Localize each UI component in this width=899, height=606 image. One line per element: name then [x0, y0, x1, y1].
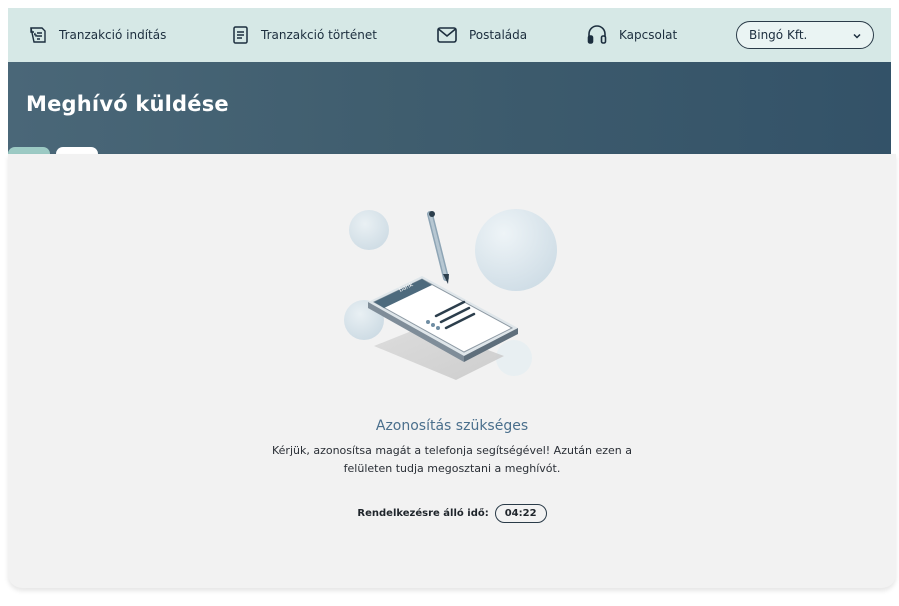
- timer-row: Rendelkezésre álló idő: 04:22: [8, 504, 896, 523]
- document-icon: [232, 25, 250, 45]
- verification-description: Kérjük, azonosítsa magát a telefonja seg…: [271, 444, 632, 475]
- chevron-down-icon: [853, 28, 861, 42]
- page-title: Meghívó küldése: [26, 92, 229, 116]
- top-navigation: Tranzakció indítás Tranzakció történet P…: [8, 8, 891, 62]
- verification-title: Azonosítás szükséges: [375, 418, 529, 434]
- nav-item-tranzakcio-inditas[interactable]: Tranzakció indítás: [28, 8, 166, 62]
- company-select-value: Bingó Kft.: [749, 28, 808, 42]
- timer-badge: 04:22: [494, 504, 547, 523]
- company-select[interactable]: Bingó Kft.: [736, 21, 874, 49]
- headset-icon: [586, 24, 608, 46]
- nav-label: Kapcsolat: [619, 28, 678, 42]
- nav-label: Postaláda: [469, 28, 528, 42]
- receipt-icon: [28, 25, 48, 45]
- nav-label: Tranzakció történet: [261, 28, 377, 42]
- timer-label: Rendelkezésre álló idő:: [357, 508, 489, 519]
- nav-item-tranzakcio-tortenet[interactable]: Tranzakció történet: [232, 8, 377, 62]
- nav-item-postalada[interactable]: Postaláda: [436, 8, 527, 62]
- phone-illustration: bank: [338, 198, 570, 392]
- envelope-icon: [436, 26, 458, 44]
- nav-label: Tranzakció indítás: [59, 28, 167, 42]
- nav-item-kapcsolat[interactable]: Kapcsolat: [586, 8, 677, 62]
- page-banner: Meghívó küldése: [8, 62, 891, 161]
